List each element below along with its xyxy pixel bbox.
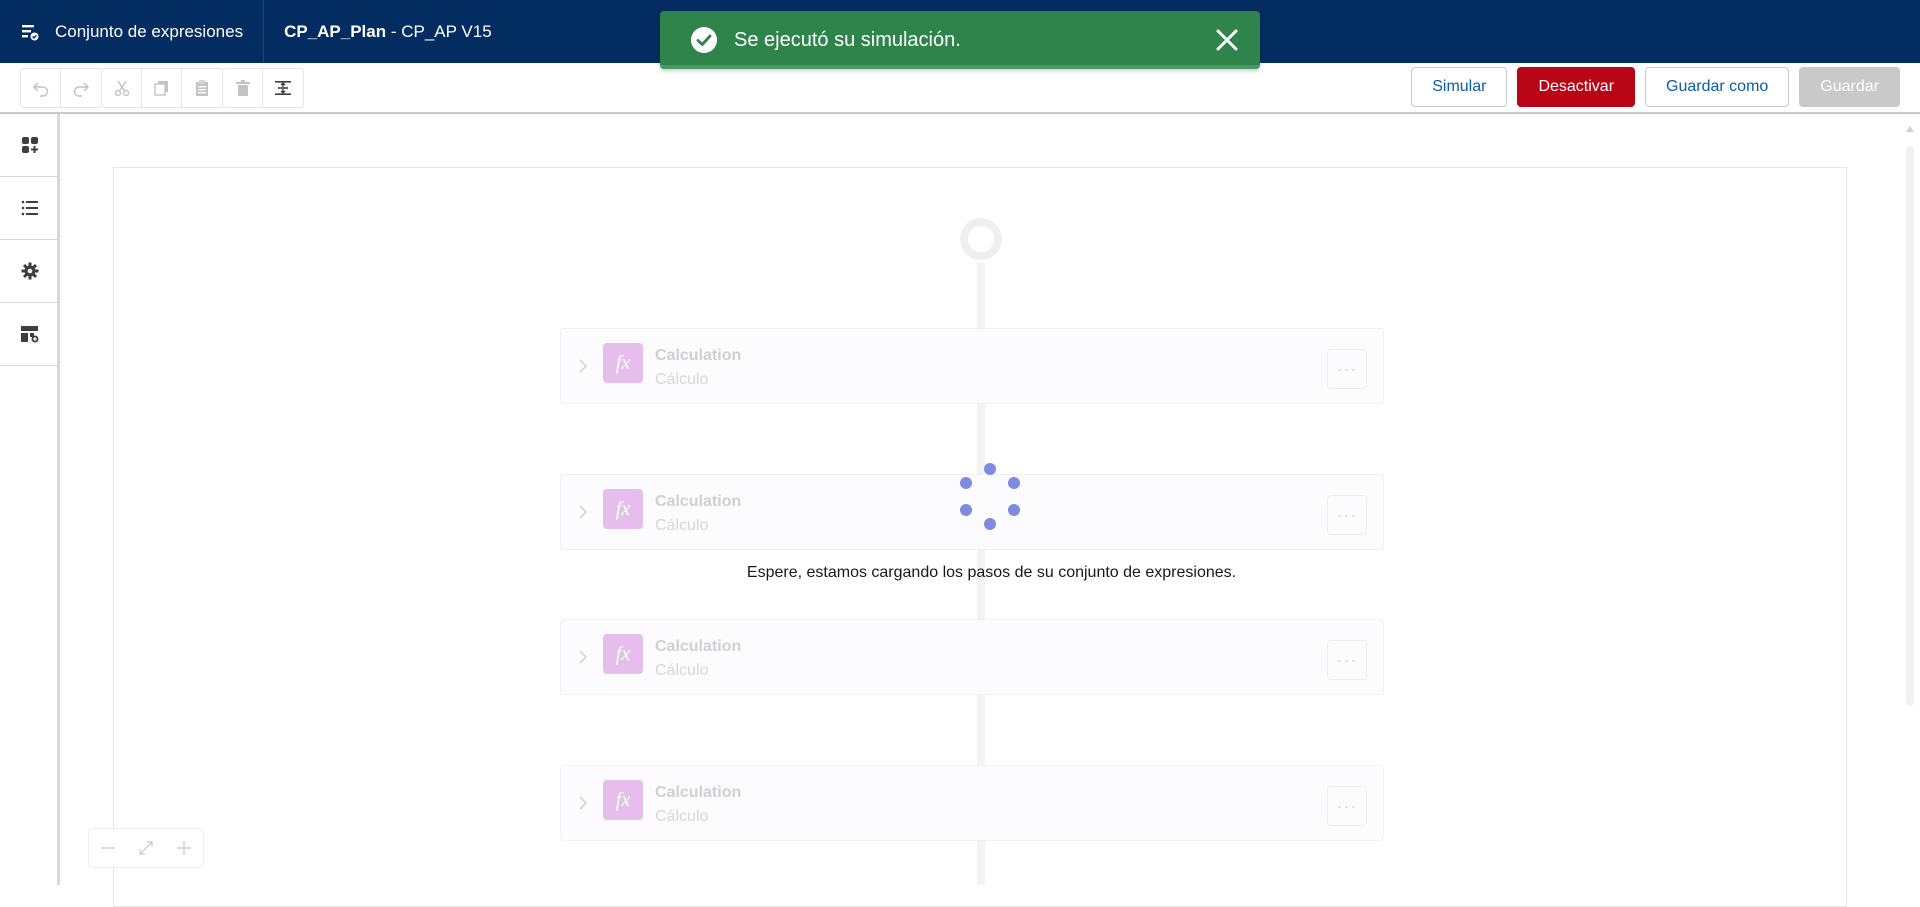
save-button[interactable]: Guardar [1799,67,1900,107]
toolbar: Simular Desactivar Guardar como Guardar [0,63,1920,114]
list-icon [21,200,38,216]
delete-tool-group [223,67,304,108]
cut-icon [114,80,129,96]
step-subtitle: Cálculo [655,808,709,825]
plus-icon [177,841,191,855]
simulate-button[interactable]: Simular [1411,67,1508,107]
expand-collapse-icon [275,80,291,95]
scrollbar-thumb[interactable] [1906,146,1914,706]
more-actions-button[interactable]: ··· [1327,349,1367,389]
paste-icon [196,79,208,96]
step-card[interactable]: fx Calculation Cálculo ··· [560,619,1384,695]
rail-item-settings[interactable] [0,240,60,303]
rail-item-resources[interactable] [0,303,60,366]
left-rail [0,114,60,885]
spinner-dot [984,463,996,475]
spinner-dot [1008,477,1020,489]
loading-spinner-icon [958,463,1022,530]
app-brand[interactable]: Conjunto de expresiones [0,0,265,63]
copy-button[interactable] [142,68,182,107]
fit-to-screen-icon [139,841,153,855]
expand-collapse-button[interactable] [263,69,303,107]
settings-gear-icon [21,262,39,280]
resources-layout-icon [21,326,39,343]
step-subtitle: Cálculo [655,517,709,534]
delete-icon [235,79,250,96]
step-title: Calculation [655,493,742,510]
zoom-controls [88,828,204,868]
more-actions-button[interactable]: ··· [1327,495,1367,535]
expression-set-icon [22,24,39,40]
delete-button[interactable] [223,68,263,107]
spinner-dot [984,518,996,530]
flow-canvas[interactable]: fx Calculation Cálculo ··· fx Calculatio… [63,116,1920,907]
spinner-dot [960,504,972,516]
spinner-dot [1008,504,1020,516]
save-as-button[interactable]: Guardar como [1645,67,1790,107]
canvas-scrollbar[interactable] [1900,116,1920,885]
elements-grid-icon [22,137,38,153]
chevron-right-icon[interactable] [575,355,591,377]
document-version: CP_AP V15 [401,21,492,41]
chevron-right-icon[interactable] [575,646,591,668]
copy-icon [153,80,168,96]
undo-button[interactable] [21,68,61,107]
loading-message: Espere, estamos cargando los pasos de su… [746,564,1237,581]
chevron-right-icon[interactable] [575,792,591,814]
step-card[interactable]: fx Calculation Cálculo ··· [560,328,1384,404]
document-separator: - [386,21,402,41]
spinner-dot [960,477,972,489]
paste-button[interactable] [182,69,222,107]
history-tool-group [20,67,102,108]
zoom-in-button[interactable] [165,829,203,867]
undo-icon [32,81,48,97]
calculation-fx-icon: fx [603,343,643,383]
scroll-up-arrow-icon[interactable] [1906,126,1914,132]
step-card[interactable]: fx Calculation Cálculo ··· [560,765,1384,841]
edit-tool-group [102,67,223,108]
step-subtitle: Cálculo [655,662,709,679]
minus-icon [101,847,115,849]
toast-message: Se ejecutó su simulación. [734,28,961,51]
chevron-right-icon[interactable] [575,501,591,523]
deactivate-button[interactable]: Desactivar [1517,67,1636,107]
toolbar-actions: Simular Desactivar Guardar como Guardar [1411,67,1900,107]
app-name: Conjunto de expresiones [55,21,244,41]
step-title: Calculation [655,347,742,364]
document-name: CP_AP_Plan [284,21,387,41]
rail-item-list[interactable] [0,177,60,240]
success-check-icon [691,27,717,53]
redo-icon [73,81,90,97]
calculation-fx-icon: fx [603,780,643,820]
calculation-fx-icon: fx [603,489,643,529]
zoom-out-button[interactable] [89,829,127,867]
redo-button[interactable] [61,69,101,107]
close-icon[interactable] [1212,25,1242,55]
more-actions-button[interactable]: ··· [1327,640,1367,680]
toast-progress-bar [660,65,1260,69]
more-actions-button[interactable]: ··· [1327,786,1367,826]
step-subtitle: Cálculo [655,371,709,388]
document-title: CP_AP_Plan - CP_AP V15 [264,22,492,42]
calculation-fx-icon: fx [603,634,643,674]
cut-button[interactable] [102,68,142,107]
step-title: Calculation [655,784,742,801]
start-node [960,218,1002,260]
step-title: Calculation [655,638,742,655]
success-toast: Se ejecutó su simulación. [660,11,1260,69]
rail-item-elements[interactable] [0,114,60,177]
fit-to-screen-button[interactable] [127,829,165,867]
